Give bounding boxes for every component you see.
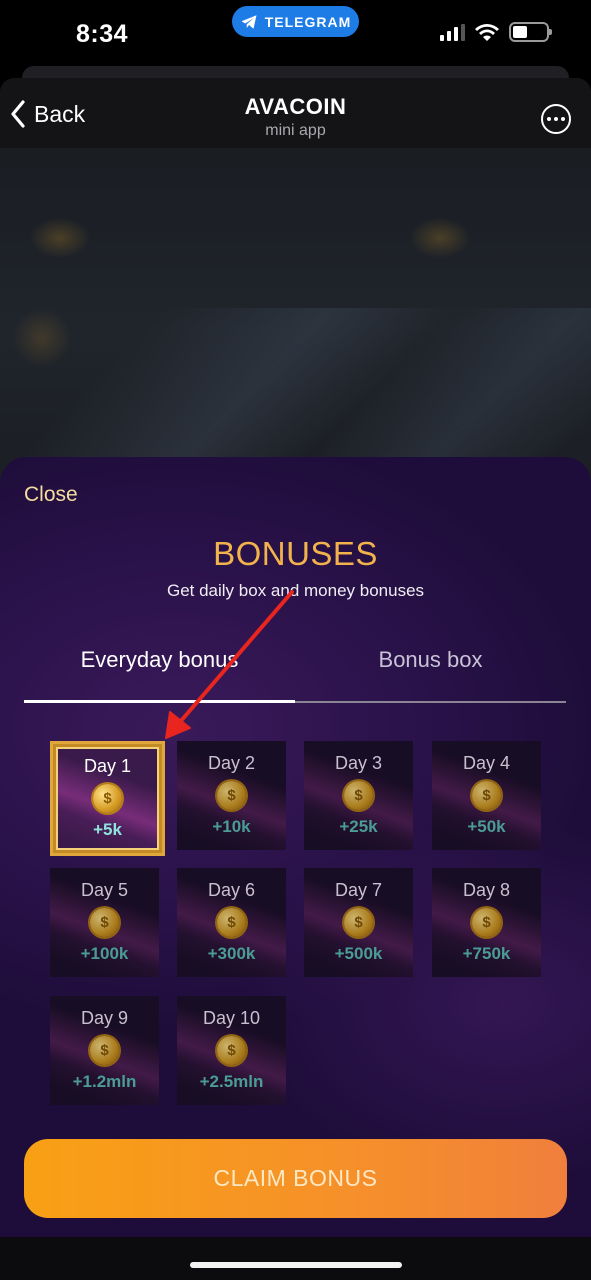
day-amount: +2.5mln (199, 1072, 264, 1091)
coin-icon: $ (90, 908, 119, 937)
bottom-safe-area (0, 1237, 591, 1280)
day-card-4[interactable]: Day 4 $ +50k (432, 741, 541, 850)
day-card-7[interactable]: Day 7 $ +500k (304, 868, 413, 977)
status-time: 8:34 (76, 20, 129, 48)
bonuses-sheet: Close BONUSES Get daily box and money bo… (0, 457, 591, 1237)
status-icons (440, 22, 552, 42)
day-card-9[interactable]: Day 9 $ +1.2mln (50, 996, 159, 1105)
coin-icon: $ (90, 1036, 119, 1065)
day-label: Day 5 (80, 880, 129, 900)
day-amount: +1.2mln (72, 1072, 137, 1091)
tab-bonus-box[interactable]: Bonus box (295, 647, 566, 673)
coin-icon: $ (217, 1036, 246, 1065)
telegram-pill[interactable]: TELEGRAM (232, 6, 359, 37)
sheet-title: BONUSES (213, 535, 378, 572)
day-amount: +5k (93, 820, 122, 839)
telegram-icon (241, 14, 257, 29)
day-card-10[interactable]: Day 10 $ +2.5mln (177, 996, 286, 1105)
nav-bar: Back AVACOIN mini app (0, 78, 591, 156)
day-label: Day 3 (334, 753, 383, 773)
app-title: AVACOIN (244, 94, 347, 119)
day-card-6[interactable]: Day 6 $ +300k (177, 868, 286, 977)
coin-icon: $ (93, 784, 122, 813)
coin-icon: $ (344, 908, 373, 937)
coin-icon: $ (217, 908, 246, 937)
telegram-pill-label: TELEGRAM (264, 13, 352, 30)
status-bar: 8:34 TELEGRAM (0, 0, 591, 62)
tab-everyday-bonus[interactable]: Everyday bonus (24, 647, 295, 673)
coin-icon: $ (217, 781, 246, 810)
day-label: Day 8 (462, 880, 511, 900)
coin-icon: $ (472, 908, 501, 937)
day-label: Day 2 (207, 753, 256, 773)
day-label: Day 7 (334, 880, 383, 900)
day-amount: +100k (80, 944, 129, 963)
day-amount: +500k (334, 944, 383, 963)
app-subtitle: mini app (265, 122, 326, 139)
day-card-2[interactable]: Day 2 $ +10k (177, 741, 286, 850)
day-amount: +50k (467, 817, 506, 836)
coin-icon: $ (472, 781, 501, 810)
cellular-signal-icon (440, 23, 465, 41)
battery-icon (509, 22, 552, 42)
claim-bonus-button[interactable]: CLAIM BONUS (24, 1139, 567, 1218)
more-icon[interactable] (541, 104, 571, 134)
day-amount: +300k (207, 944, 256, 963)
sheet-subtitle: Get daily box and money bonuses (166, 581, 425, 600)
tab-active-indicator (24, 700, 295, 703)
day-amount: +25k (339, 817, 378, 836)
day-label: Day 6 (207, 880, 256, 900)
day-card-5[interactable]: Day 5 $ +100k (50, 868, 159, 977)
home-indicator[interactable] (190, 1262, 402, 1268)
day-label: Day 10 (202, 1008, 261, 1028)
day-label: Day 9 (80, 1008, 129, 1028)
bonus-tabs: Everyday bonus Bonus box (24, 647, 566, 705)
close-button[interactable]: Close (24, 483, 78, 507)
coin-icon: $ (344, 781, 373, 810)
day-label: Day 4 (462, 753, 511, 773)
day-card-1[interactable]: Day 1 $ +5k (53, 744, 162, 853)
day-label: Day 1 (83, 756, 132, 776)
day-amount: +750k (462, 944, 511, 963)
day-card-8[interactable]: Day 8 $ +750k (432, 868, 541, 977)
wifi-icon (475, 23, 499, 41)
day-amount: +10k (212, 817, 251, 836)
day-card-3[interactable]: Day 3 $ +25k (304, 741, 413, 850)
